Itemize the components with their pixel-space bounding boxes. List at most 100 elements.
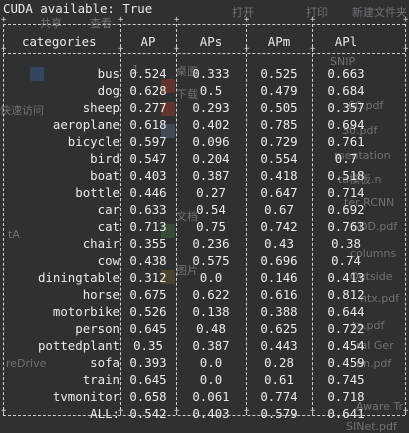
table-cell-apm: 0.729 bbox=[260, 134, 298, 149]
table-cell-apl: 0.644 bbox=[327, 304, 365, 319]
table-cell-apm: 0.616 bbox=[260, 287, 298, 302]
table-cell-category: cat bbox=[97, 219, 120, 234]
table-cell-ap: 0.393 bbox=[129, 355, 167, 370]
table-cell-apm: 0.43 bbox=[264, 236, 294, 251]
table-cell-apl: 0.684 bbox=[327, 83, 365, 98]
table-cell-category: bottle bbox=[75, 185, 120, 200]
table-cell-apm: 0.647 bbox=[260, 185, 298, 200]
table-cell-ap: 0.618 bbox=[129, 117, 167, 132]
header-ap: AP bbox=[140, 34, 156, 49]
cuda-status-line: CUDA available: True bbox=[3, 1, 153, 16]
table-cell-category: diningtable bbox=[37, 270, 120, 285]
table-cell-aps: 0.387 bbox=[192, 338, 230, 353]
table-cell-aps: 0.236 bbox=[192, 236, 230, 251]
table-cell-aps: 0.402 bbox=[192, 117, 230, 132]
column-divider bbox=[3, 24, 4, 415]
table-cell-ap: 0.713 bbox=[129, 219, 167, 234]
table-cell-ap: 0.403 bbox=[129, 168, 167, 183]
table-cell-aps: 0.204 bbox=[192, 151, 230, 166]
table-cell-aps: 0.333 bbox=[192, 66, 230, 81]
table-cell-apl: 0.714 bbox=[327, 185, 365, 200]
table-cell-category: horse bbox=[82, 287, 120, 302]
row-separator bbox=[3, 53, 405, 54]
table-cell-apm: 0.61 bbox=[264, 372, 294, 387]
table-cell-apm: 0.696 bbox=[260, 253, 298, 268]
table-cell-aps: 0.54 bbox=[196, 202, 226, 217]
table-cell-aps: 0.0 bbox=[199, 355, 223, 370]
table-cell-category: sofa bbox=[90, 355, 120, 370]
table-cell-category: chair bbox=[82, 236, 120, 251]
header-apl: APl bbox=[334, 34, 358, 49]
header-apm: APm bbox=[267, 34, 291, 49]
python-console-output: CUDA available: True + + + + + + + + + + + + + + + + + + c… bbox=[0, 0, 409, 426]
column-divider bbox=[405, 24, 406, 415]
table-cell-category: train bbox=[82, 372, 120, 387]
table-cell-ap: 0.312 bbox=[129, 270, 167, 285]
table-cell-aps: 0.061 bbox=[192, 389, 230, 404]
table-cell-aps: 0.27 bbox=[196, 185, 226, 200]
table-cell-aps: 0.622 bbox=[192, 287, 230, 302]
table-cell-category: person bbox=[75, 321, 120, 336]
table-cell-ap: 0.526 bbox=[129, 304, 167, 319]
table-cell-apm: 0.554 bbox=[260, 151, 298, 166]
table-cell-apl: 0.745 bbox=[327, 372, 365, 387]
table-cell-ap: 0.438 bbox=[129, 253, 167, 268]
table-cell-ap: 0.597 bbox=[129, 134, 167, 149]
row-separator bbox=[3, 24, 405, 25]
table-cell-apm: 0.479 bbox=[260, 83, 298, 98]
table-cell-aps: 0.096 bbox=[192, 134, 230, 149]
table-cell-apl: 0.7 bbox=[334, 151, 358, 166]
header-category: categories bbox=[22, 34, 97, 49]
table-corner-plus: + bbox=[174, 15, 180, 25]
table-cell-apl: 0.812 bbox=[327, 287, 365, 302]
table-cell-apl: 0.38 bbox=[331, 236, 361, 251]
table-corner-plus: + bbox=[118, 15, 124, 25]
table-corner-plus: + bbox=[310, 15, 316, 25]
table-cell-apl: 0.692 bbox=[327, 202, 365, 217]
table-cell-category: motorbike bbox=[52, 304, 120, 319]
table-cell-apl: 0.74 bbox=[331, 253, 361, 268]
table-cell-ap: 0.628 bbox=[129, 83, 167, 98]
table-cell-apl: 0.413 bbox=[327, 270, 365, 285]
table-cell-category: ALL: bbox=[90, 406, 120, 421]
table-corner-plus: + bbox=[403, 44, 409, 54]
header-aps: APs bbox=[199, 34, 223, 49]
table-cell-ap: 0.633 bbox=[129, 202, 167, 217]
table-cell-category: tvmonitor bbox=[52, 389, 120, 404]
table-corner-plus: + bbox=[1, 15, 7, 25]
table-cell-apm: 0.785 bbox=[260, 117, 298, 132]
table-cell-ap: 0.658 bbox=[129, 389, 167, 404]
table-cell-category: bus bbox=[97, 66, 120, 81]
table-cell-apm: 0.67 bbox=[264, 202, 294, 217]
table-cell-category: bicycle bbox=[67, 134, 120, 149]
table-corner-plus: + bbox=[403, 406, 409, 416]
table-cell-category: pottedplant bbox=[37, 338, 120, 353]
table-cell-ap: 0.645 bbox=[129, 321, 167, 336]
table-cell-apl: 0.459 bbox=[327, 355, 365, 370]
table-cell-ap: 0.355 bbox=[129, 236, 167, 251]
table-cell-category: car bbox=[97, 202, 120, 217]
table-cell-ap: 0.645 bbox=[129, 372, 167, 387]
table-cell-ap: 0.547 bbox=[129, 151, 167, 166]
table-cell-category: dog bbox=[97, 83, 120, 98]
table-cell-apm: 0.742 bbox=[260, 219, 298, 234]
table-corner-plus: + bbox=[244, 15, 250, 25]
table-cell-apm: 0.579 bbox=[260, 406, 298, 421]
table-cell-category: bird bbox=[90, 151, 120, 166]
table-cell-apm: 0.505 bbox=[260, 100, 298, 115]
table-cell-aps: 0.403 bbox=[192, 406, 230, 421]
table-cell-apl: 0.761 bbox=[327, 134, 365, 149]
table-cell-aps: 0.0 bbox=[199, 372, 223, 387]
table-cell-aps: 0.138 bbox=[192, 304, 230, 319]
table-cell-apl: 0.763 bbox=[327, 219, 365, 234]
table-corner-plus: + bbox=[1, 44, 7, 54]
table-cell-apl: 0.454 bbox=[327, 338, 365, 353]
table-cell-apm: 0.388 bbox=[260, 304, 298, 319]
table-cell-category: boat bbox=[90, 168, 120, 183]
table-cell-apl: 0.641 bbox=[327, 406, 365, 421]
table-cell-apm: 0.443 bbox=[260, 338, 298, 353]
table-cell-ap: 0.524 bbox=[129, 66, 167, 81]
table-cell-aps: 0.5 bbox=[199, 83, 223, 98]
table-cell-aps: 0.75 bbox=[196, 219, 226, 234]
table-cell-apl: 0.357 bbox=[327, 100, 365, 115]
